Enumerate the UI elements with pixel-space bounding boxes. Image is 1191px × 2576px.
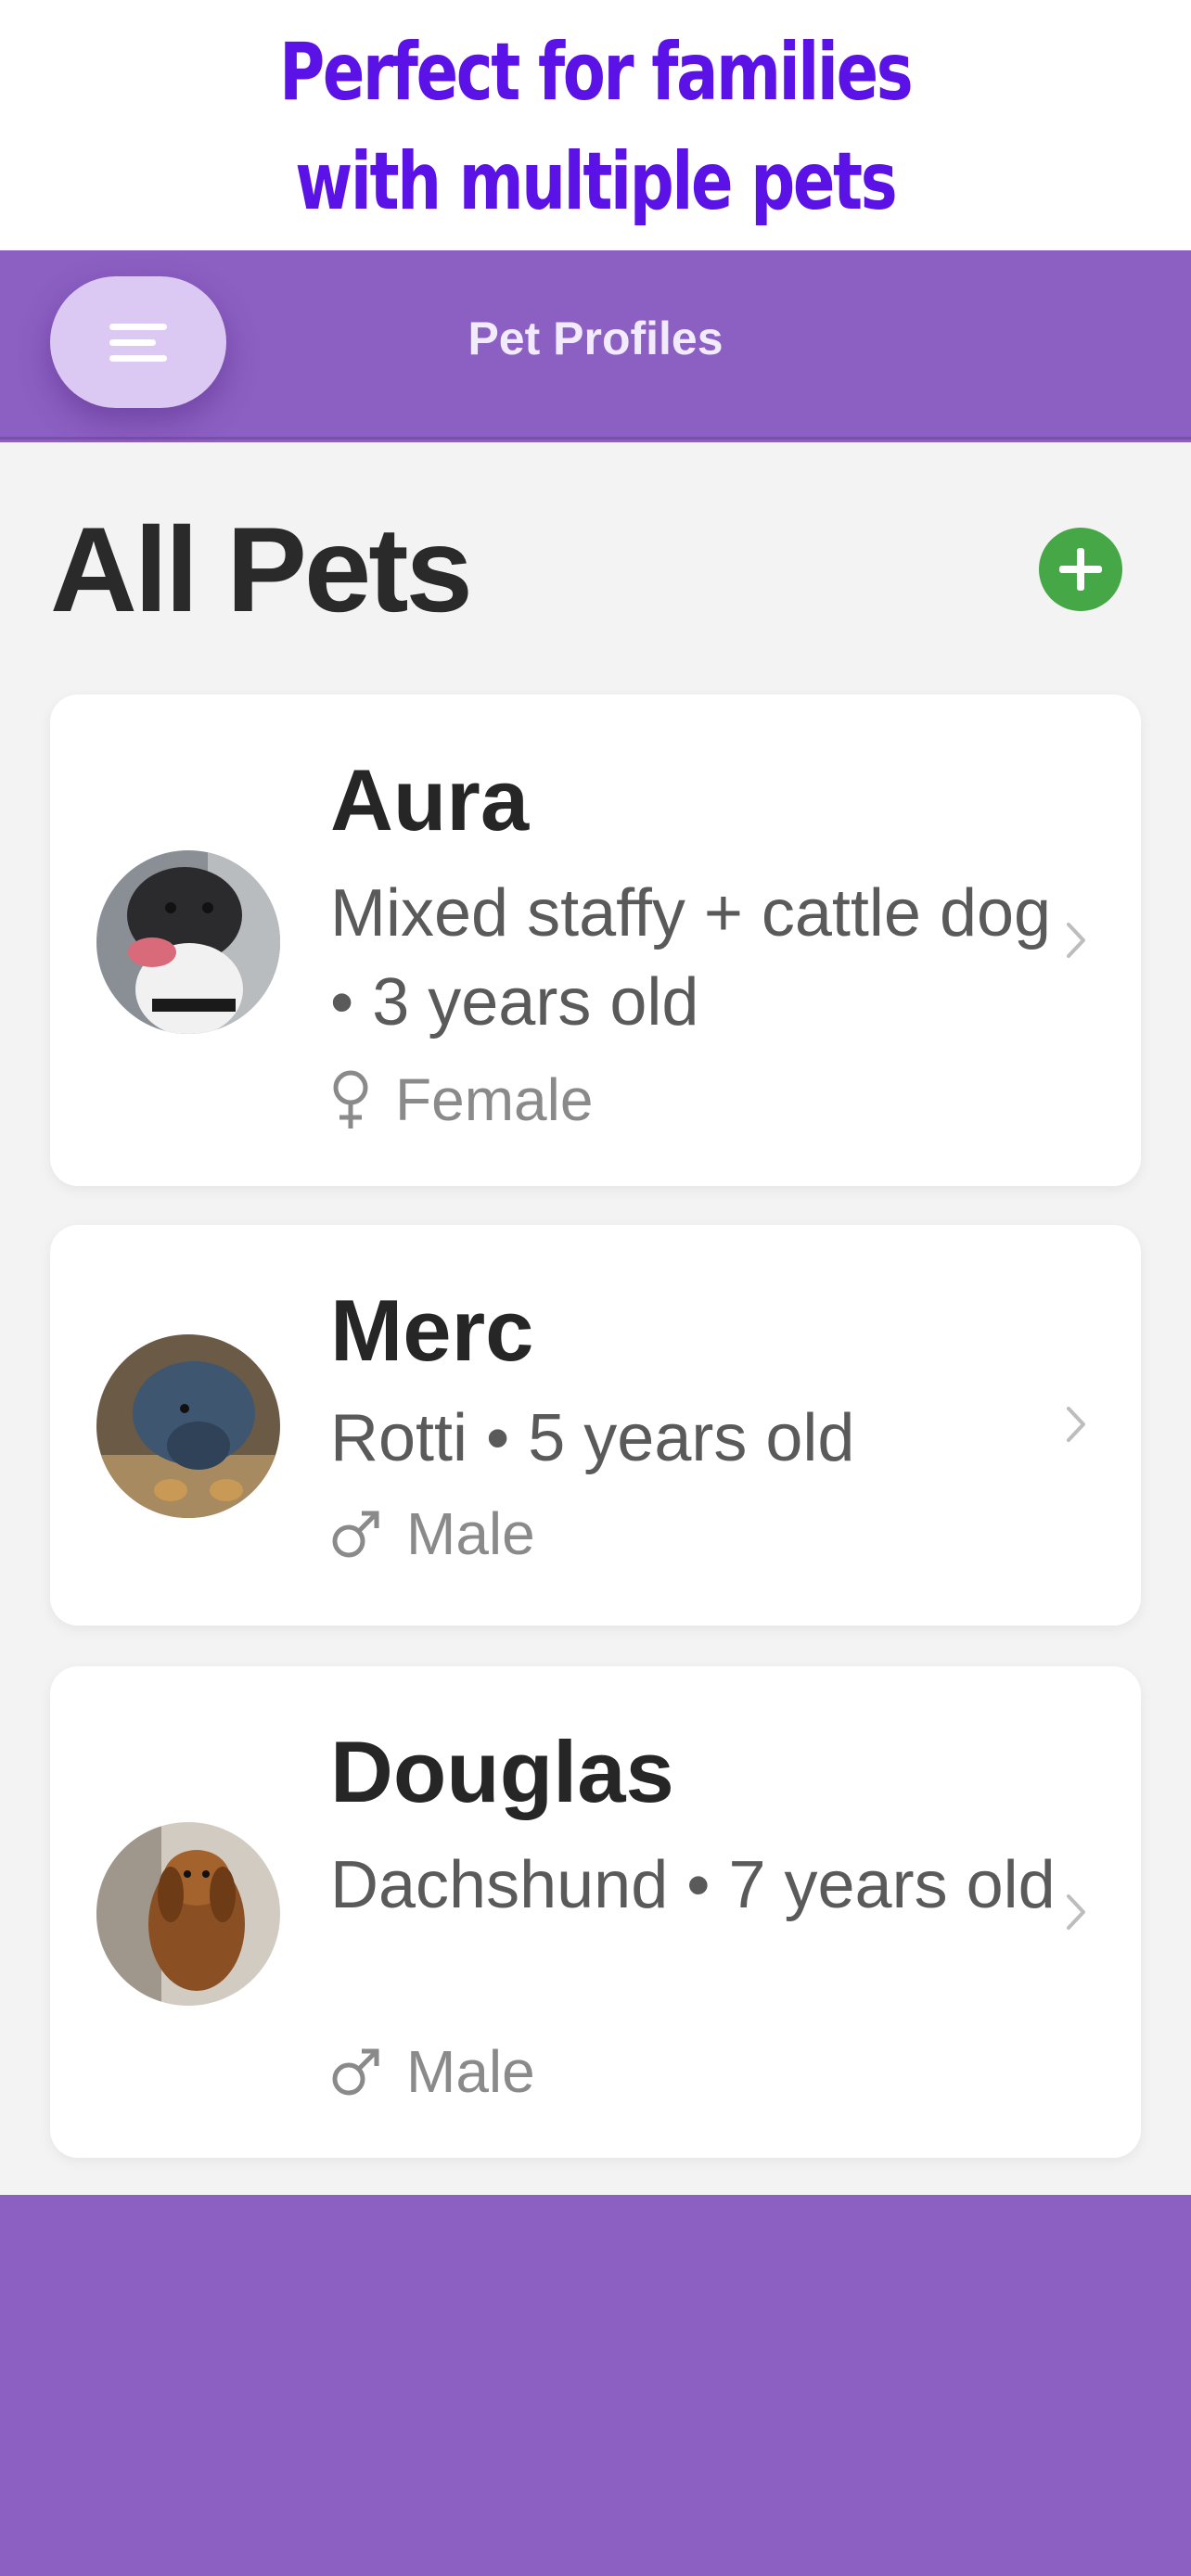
- page-title: All Pets: [50, 502, 473, 637]
- pet-description: Dachshund • 7 years old: [330, 1848, 1056, 1922]
- pet-gender: Female: [330, 1065, 593, 1134]
- male-icon: [332, 2048, 379, 2096]
- navigation-bar: Pet Profiles: [0, 250, 1191, 440]
- pet-card-merc[interactable]: Merc Rotti • 5 years old Male: [50, 1225, 1141, 1626]
- pet-gender-label: Female: [395, 1066, 594, 1133]
- pet-name: Douglas: [330, 1723, 674, 1820]
- male-icon: [332, 1511, 379, 1558]
- chevron-right-icon: [1067, 1894, 1085, 1930]
- pet-description: Rotti • 5 years old: [330, 1401, 855, 1475]
- pet-avatar-douglas: [96, 1822, 280, 2006]
- pet-description: Mixed staffy + cattle dog • 3 years old: [330, 876, 1052, 1039]
- pet-avatar-merc: [96, 1334, 280, 1518]
- pet-gender-label: Male: [406, 2038, 535, 2105]
- chevron-right-icon: [1067, 1407, 1085, 1442]
- pet-list-screen: All Pets Aura Mixed staffy + cattle dog …: [0, 442, 1191, 2195]
- plus-circle-icon: [1059, 548, 1102, 591]
- pet-gender-label: Male: [406, 1500, 535, 1567]
- pet-card-aura[interactable]: Aura Mixed staffy + cattle dog • 3 years…: [50, 695, 1141, 1186]
- pet-gender: Male: [330, 2037, 535, 2106]
- promo-banner: Perfect for families with multiple pets: [0, 0, 1191, 250]
- female-icon: [333, 1070, 368, 1129]
- promo-headline-line-1: Perfect for families: [279, 26, 914, 119]
- pet-card-douglas[interactable]: Douglas Dachshund • 7 years old Male: [50, 1666, 1141, 2158]
- chevron-right-icon: [1067, 923, 1085, 958]
- add-pet-button[interactable]: [1039, 528, 1122, 611]
- pet-name: Aura: [330, 751, 530, 848]
- promo-headline-line-2: with multiple pets: [295, 135, 897, 228]
- pet-name: Merc: [330, 1282, 534, 1379]
- pet-avatar-aura: [96, 850, 280, 1034]
- nav-title: Pet Profiles: [467, 312, 724, 364]
- pet-gender: Male: [330, 1499, 535, 1568]
